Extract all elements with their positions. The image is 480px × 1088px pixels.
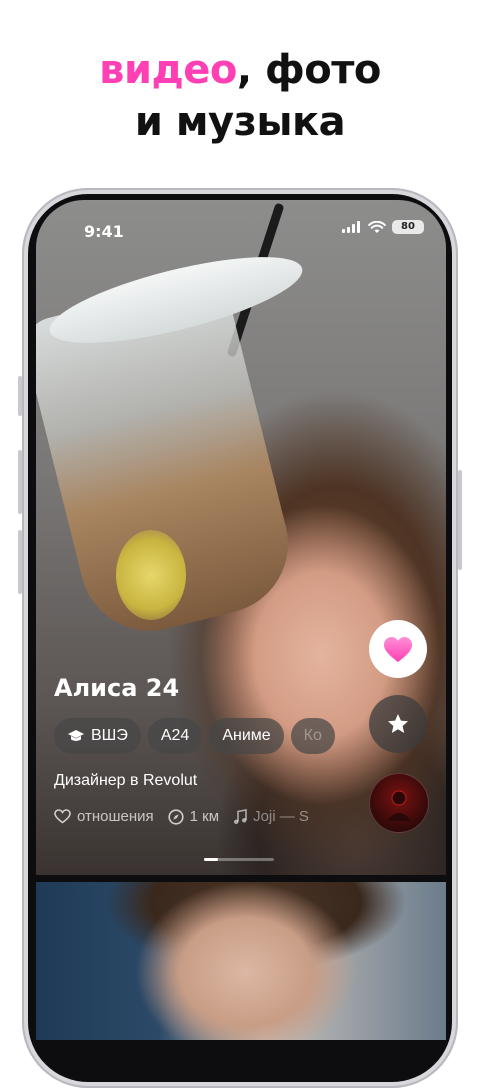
album-cover-icon (387, 790, 411, 821)
relationship-label: отношения (77, 808, 154, 825)
headline-line-1: видео, фото (0, 44, 480, 96)
wifi-icon (368, 220, 386, 233)
music-track-button[interactable] (369, 773, 429, 833)
tag-university[interactable]: ВШЭ (54, 718, 141, 754)
tag-label: ВШЭ (91, 727, 128, 744)
tag-a24[interactable]: A24 (147, 718, 203, 754)
promo-headline: видео, фото и музыка (0, 44, 480, 148)
phone-side-button (18, 376, 22, 416)
profile-meta: отношения 1 км Joji — S (54, 808, 384, 825)
profile-name-age: Алиса 24 (54, 674, 180, 702)
music-note-icon (234, 808, 247, 824)
like-button[interactable] (369, 620, 427, 678)
photo-pager (204, 858, 274, 861)
phone-volume-down-button (18, 530, 22, 594)
tag-label: Аниме (222, 727, 271, 744)
super-like-button[interactable] (369, 695, 427, 753)
headline-line-2: и музыка (134, 99, 346, 145)
job-title: Дизайнер в Revolut (54, 772, 198, 789)
headline-line-1-rest: , фото (236, 47, 381, 93)
graduation-cap-icon (68, 730, 84, 741)
star-icon (388, 714, 408, 733)
interest-tags: ВШЭ A24 Аниме Ко (54, 718, 384, 756)
tag-partial[interactable]: Ко (290, 718, 335, 754)
headline-accent-word: видео (99, 47, 237, 93)
heart-icon (384, 636, 412, 662)
tag-label: Ко (303, 727, 322, 744)
status-icons: 80 (342, 220, 424, 234)
meta-music: Joji — S (233, 808, 309, 825)
music-label: Joji — S (253, 808, 309, 825)
tag-anime[interactable]: Аниме (209, 718, 284, 754)
next-profile-photo[interactable] (36, 882, 446, 1040)
meta-distance: 1 км (168, 808, 219, 825)
cellular-signal-icon (342, 221, 360, 233)
meta-relationship: отношения (54, 808, 154, 825)
photo-pager-active (204, 858, 218, 861)
battery-indicator: 80 (392, 220, 424, 234)
distance-label: 1 км (189, 808, 220, 825)
app-screen: 9:41 80 Алиса 24 ВШЭ A24 Аниме Ко Дизайнер… (36, 200, 446, 1040)
phone-power-button (458, 470, 462, 570)
compass-icon (168, 808, 184, 825)
card-divider (36, 875, 446, 882)
heart-outline-icon (54, 809, 71, 824)
tag-label: A24 (160, 727, 190, 744)
phone-volume-up-button (18, 450, 22, 514)
lemon-slice (116, 530, 186, 620)
status-time: 9:41 (84, 222, 124, 241)
